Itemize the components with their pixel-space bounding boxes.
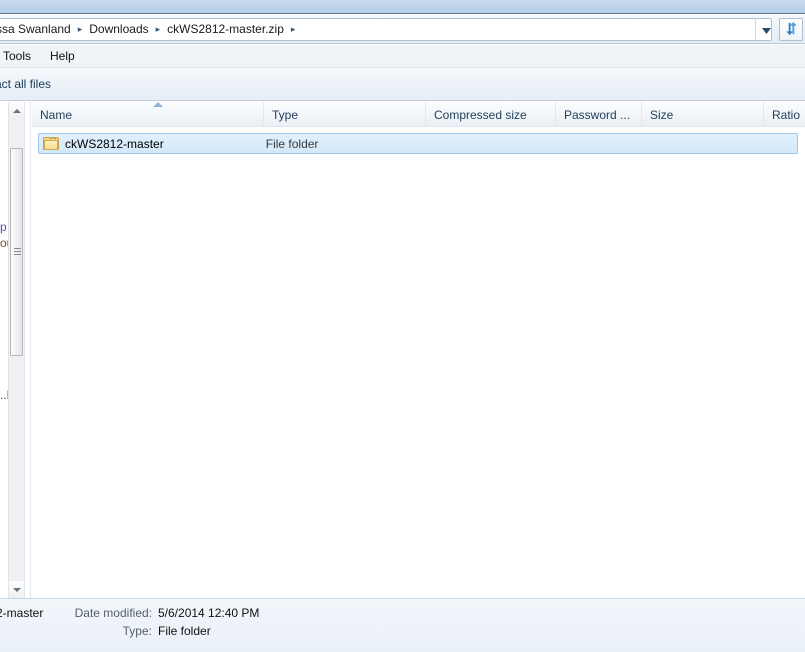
menu-item-tools[interactable]: Tools bbox=[0, 46, 40, 67]
navigation-pane-scrollbar[interactable] bbox=[8, 102, 25, 598]
column-header-name[interactable]: Name bbox=[32, 102, 264, 126]
scrollbar-grip-icon bbox=[14, 248, 21, 256]
extract-all-files-button[interactable]: act all files bbox=[0, 73, 58, 95]
chevron-down-icon bbox=[762, 23, 771, 37]
column-header-label: Compressed size bbox=[434, 108, 527, 122]
breadcrumb[interactable]: ssa Swanland ▸ Downloads ▸ ckWS2812-mast… bbox=[0, 18, 772, 41]
details-field-date-modified: Date modified: 5/6/2014 12:40 PM bbox=[56, 606, 260, 620]
cell-type: File folder bbox=[265, 136, 319, 151]
breadcrumb-separator-icon[interactable]: ▸ bbox=[74, 19, 87, 40]
table-row[interactable]: ckWS2812-master File folder bbox=[38, 133, 798, 154]
details-field-value: 5/6/2014 12:40 PM bbox=[158, 606, 260, 620]
breadcrumb-item-0[interactable]: ssa Swanland bbox=[0, 19, 74, 40]
column-header-size[interactable]: Size bbox=[642, 102, 764, 126]
nav-tree-item-fragment[interactable]: p bbox=[0, 220, 7, 234]
column-header-row: Name Type Compressed size Password ... S… bbox=[32, 102, 805, 127]
scroll-down-button[interactable] bbox=[9, 581, 24, 598]
details-item-title: 2-master bbox=[0, 606, 44, 620]
column-header-label: Name bbox=[40, 108, 73, 122]
refresh-button[interactable] bbox=[779, 18, 803, 41]
cell-name[interactable]: ckWS2812-master bbox=[39, 137, 264, 151]
details-field-value: File folder bbox=[158, 624, 211, 638]
folder-icon bbox=[43, 137, 59, 150]
column-header-password[interactable]: Password ... bbox=[556, 102, 642, 126]
column-header-label: Size bbox=[650, 108, 674, 122]
file-list-view: Name Type Compressed size Password ... S… bbox=[32, 102, 805, 598]
address-history-dropdown[interactable] bbox=[755, 18, 777, 41]
details-field-label: Date modified: bbox=[74, 606, 152, 620]
column-header-ratio[interactable]: Ratio bbox=[764, 102, 805, 126]
details-field-type: Type: File folder bbox=[56, 624, 259, 638]
command-toolbar: act all files bbox=[0, 68, 805, 101]
file-name-label: ckWS2812-master bbox=[65, 136, 164, 151]
explorer-window: ssa Swanland ▸ Downloads ▸ ckWS2812-mast… bbox=[0, 0, 805, 652]
breadcrumb-separator-icon[interactable]: ▸ bbox=[287, 19, 300, 40]
breadcrumb-separator-icon[interactable]: ▸ bbox=[152, 19, 165, 40]
details-pane: 2-master Date modified: 5/6/2014 12:40 P… bbox=[0, 598, 805, 652]
column-header-type[interactable]: Type bbox=[264, 102, 426, 126]
menu-item-help[interactable]: Help bbox=[41, 46, 84, 67]
window-title-bar bbox=[0, 0, 805, 14]
address-bar: ssa Swanland ▸ Downloads ▸ ckWS2812-mast… bbox=[0, 15, 805, 44]
sort-ascending-icon bbox=[152, 102, 163, 107]
breadcrumb-item-2[interactable]: ckWS2812-master.zip bbox=[164, 19, 287, 40]
refresh-icon bbox=[784, 21, 799, 39]
details-field-label: Type: bbox=[122, 624, 152, 638]
scroll-up-button[interactable] bbox=[9, 102, 24, 119]
column-header-compressed-size[interactable]: Compressed size bbox=[426, 102, 556, 126]
scrollbar-thumb[interactable] bbox=[10, 148, 23, 356]
scroll-up-icon bbox=[12, 108, 21, 113]
menu-bar: Tools Help bbox=[0, 45, 805, 68]
column-header-label: Type bbox=[272, 108, 299, 122]
column-header-label: Password ... bbox=[564, 108, 631, 122]
pane-splitter[interactable] bbox=[25, 102, 31, 598]
scroll-down-icon bbox=[12, 587, 21, 592]
breadcrumb-item-1[interactable]: Downloads bbox=[86, 19, 151, 40]
details-field-list: Date modified: 5/6/2014 12:40 PM Type: F… bbox=[56, 606, 260, 642]
column-header-label: Ratio bbox=[772, 108, 801, 122]
